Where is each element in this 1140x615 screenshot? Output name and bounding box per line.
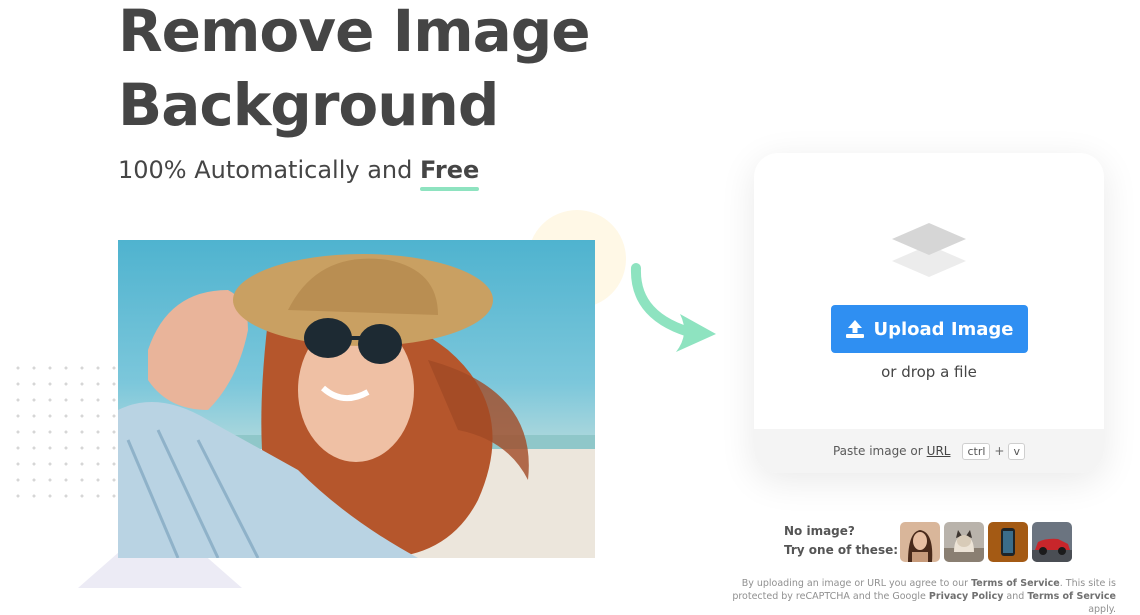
subtitle-text: 100% Automatically and: [118, 156, 413, 184]
upload-card[interactable]: Upload Image or drop a file Paste image …: [754, 153, 1104, 473]
plus-sign: +: [994, 444, 1005, 458]
layers-icon: [892, 223, 966, 277]
title-line-1: Remove Image: [118, 0, 591, 65]
sample-thumbnail-woman[interactable]: [900, 522, 940, 562]
v-key: v: [1008, 442, 1025, 460]
upload-image-button[interactable]: Upload Image: [831, 305, 1028, 353]
samples-label: No image? Try one of these:: [784, 522, 898, 560]
legal-notice: By uploading an image or URL you agree t…: [716, 577, 1116, 615]
upload-button-label: Upload Image: [873, 318, 1014, 340]
sample-thumbnail-car[interactable]: [1032, 522, 1072, 562]
legal-text-3: and: [1006, 591, 1025, 602]
hero-sample-image: [118, 240, 595, 558]
privacy-policy-link[interactable]: Privacy Policy: [929, 591, 1003, 602]
samples-label-line-1: No image?: [784, 524, 855, 538]
page-title: Remove Image Background: [118, 0, 718, 142]
ctrl-key: ctrl: [962, 442, 991, 460]
terms-of-service-link[interactable]: Terms of Service: [971, 578, 1060, 589]
subtitle-highlight: Free: [420, 156, 480, 191]
curved-arrow-icon: [630, 263, 716, 352]
sample-thumbnail-phone[interactable]: [988, 522, 1028, 562]
drop-file-text: or drop a file: [881, 363, 977, 381]
decorative-dot-grid: [10, 360, 120, 510]
paste-bar: Paste image or URL ctrl + v: [754, 429, 1104, 473]
upload-icon: [846, 320, 865, 338]
legal-text-4: apply.: [1088, 604, 1116, 615]
samples-label-line-2: Try one of these:: [784, 543, 899, 557]
page-subtitle: 100% Automatically and Free: [118, 156, 480, 191]
title-line-2: Background: [118, 71, 499, 139]
page: Remove Image Background 100% Automatical…: [0, 0, 1140, 615]
legal-text-1: By uploading an image or URL you agree t…: [741, 578, 969, 589]
paste-text: Paste image or: [832, 444, 923, 458]
url-link[interactable]: URL: [927, 444, 951, 458]
terms-of-service-link-2[interactable]: Terms of Service: [1027, 591, 1116, 602]
sample-thumbnails: [900, 522, 1072, 562]
sample-thumbnail-cat[interactable]: [944, 522, 984, 562]
